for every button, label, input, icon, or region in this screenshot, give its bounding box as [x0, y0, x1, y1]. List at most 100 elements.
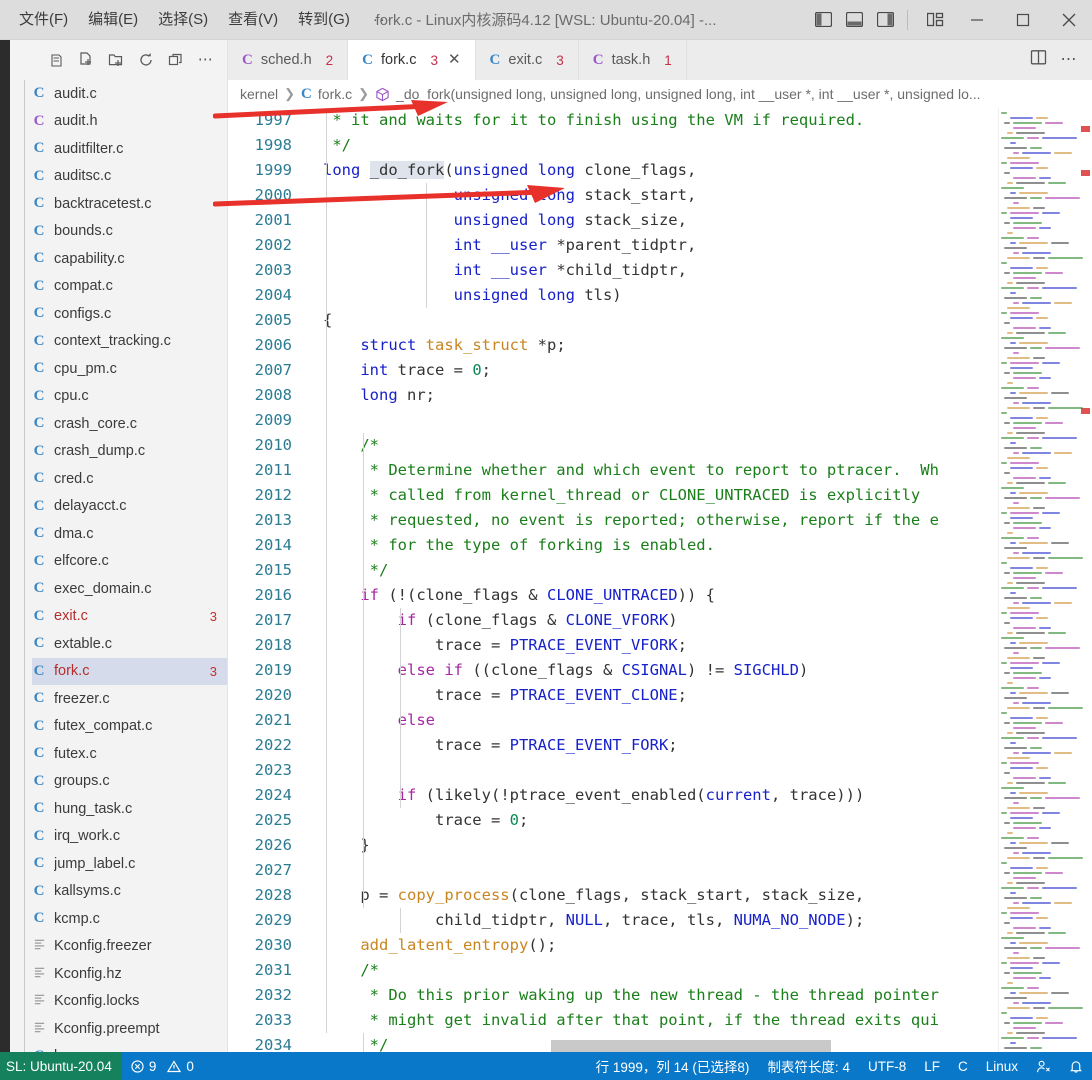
- menu-more-icon[interactable]: ···: [361, 6, 406, 34]
- file-tree-item[interactable]: Ccompat.c: [32, 273, 227, 301]
- indentation[interactable]: 制表符长度: 4: [758, 1052, 859, 1080]
- horizontal-scrollbar[interactable]: [551, 1040, 831, 1052]
- file-tree-item[interactable]: Cjump_label.c: [32, 850, 227, 878]
- code-line[interactable]: */: [323, 133, 351, 158]
- code-line[interactable]: /*: [323, 433, 379, 458]
- new-file-filter-icon[interactable]: [47, 51, 65, 69]
- encoding[interactable]: UTF-8: [859, 1052, 915, 1080]
- file-tree-item[interactable]: Cfutex_compat.c: [32, 713, 227, 741]
- file-tree-item[interactable]: Cdma.c: [32, 520, 227, 548]
- minimize-button[interactable]: [954, 0, 1000, 40]
- file-tree-item[interactable]: Ccpu.c: [32, 383, 227, 411]
- code-line[interactable]: */: [323, 1033, 389, 1052]
- customize-layout-icon[interactable]: [924, 8, 948, 32]
- menu-edit[interactable]: 编辑(E): [79, 6, 147, 34]
- cursor-position[interactable]: 行 1999，列 14 (已选择8): [587, 1052, 759, 1080]
- code-line[interactable]: else: [323, 708, 435, 733]
- file-tree-item[interactable]: Cbacktracetest.c: [32, 190, 227, 218]
- eol[interactable]: LF: [915, 1052, 949, 1080]
- file-tree-item[interactable]: Ckallsyms.c: [32, 878, 227, 906]
- code-line[interactable]: child_tidptr, NULL, trace, tls, NUMA_NO_…: [323, 908, 864, 933]
- menu-view[interactable]: 查看(V): [219, 6, 287, 34]
- editor-more-actions-icon[interactable]: ⋯: [1061, 52, 1079, 68]
- breadcrumb-file[interactable]: fork.c: [318, 86, 352, 102]
- code-line[interactable]: trace = 0;: [323, 808, 528, 833]
- file-tree-item[interactable]: Ccpu_pm.c: [32, 355, 227, 383]
- new-file-icon[interactable]: [77, 51, 95, 69]
- file-tree-item[interactable]: Cirq_work.c: [32, 823, 227, 851]
- file-tree-item[interactable]: Kconfig.preempt: [32, 1015, 227, 1043]
- platform[interactable]: Linux: [977, 1052, 1027, 1080]
- editor-tab[interactable]: Ctask.h 1: [578, 40, 687, 80]
- bell-icon[interactable]: [1060, 1052, 1092, 1080]
- refresh-icon[interactable]: [137, 51, 155, 69]
- file-tree-item[interactable]: Ccrash_core.c: [32, 410, 227, 438]
- close-button[interactable]: [1046, 0, 1092, 40]
- code-line[interactable]: else if ((clone_flags & CSIGNAL) != SIGC…: [323, 658, 809, 683]
- breadcrumb-folder[interactable]: kernel: [240, 86, 278, 102]
- collapse-all-icon[interactable]: [167, 51, 185, 69]
- editor-tab[interactable]: Cfork.c 3 ✕: [348, 40, 476, 80]
- code-line[interactable]: trace = PTRACE_EVENT_FORK;: [323, 733, 678, 758]
- code-line[interactable]: /*: [323, 958, 379, 983]
- code-line[interactable]: unsigned long stack_size,: [323, 208, 687, 233]
- file-tree-item[interactable]: Kconfig.hz: [32, 960, 227, 988]
- file-tree-item[interactable]: Cexit.c 3: [32, 603, 227, 631]
- code-line[interactable]: * called from kernel_thread or CLONE_UNT…: [323, 483, 921, 508]
- new-folder-icon[interactable]: [107, 51, 125, 69]
- file-tree-item[interactable]: Chung_task.c: [32, 795, 227, 823]
- maximize-button[interactable]: [1000, 0, 1046, 40]
- code-line[interactable]: * Determine whether and which event to r…: [323, 458, 939, 483]
- editor-tab[interactable]: Cexit.c 3: [475, 40, 579, 80]
- toggle-secondary-sidebar-icon[interactable]: [873, 8, 897, 32]
- minimap[interactable]: [998, 108, 1092, 1052]
- file-tree-item[interactable]: Cauditsc.c: [32, 163, 227, 191]
- code-line[interactable]: trace = PTRACE_EVENT_VFORK;: [323, 633, 687, 658]
- file-tree-item[interactable]: Cfork.c 3: [10, 657, 227, 685]
- toggle-panel-icon[interactable]: [842, 8, 866, 32]
- file-tree-item[interactable]: Ckcov.c: [32, 1043, 227, 1052]
- code-line[interactable]: int __user *child_tidptr,: [323, 258, 687, 283]
- file-tree-item[interactable]: Kconfig.freezer: [32, 933, 227, 961]
- feedback-icon[interactable]: [1027, 1052, 1060, 1080]
- code-line[interactable]: int __user *parent_tidptr,: [323, 233, 697, 258]
- code-viewport[interactable]: 1997 1998 1999 2000 2001 2002 2003 2004 2005 2006…: [228, 108, 998, 1052]
- code-editor[interactable]: 1997 1998 1999 2000 2001 2002 2003 2004 2005 2006…: [228, 108, 1092, 1052]
- file-tree-item[interactable]: Ccred.c: [32, 465, 227, 493]
- menu-selection[interactable]: 选择(S): [149, 6, 217, 34]
- file-tree-item[interactable]: Caudit.h: [32, 108, 227, 136]
- code-line[interactable]: add_latent_entropy();: [323, 933, 556, 958]
- breadcrumb-symbol[interactable]: _do_fork(unsigned long, unsigned long, u…: [396, 86, 981, 102]
- file-tree-item[interactable]: Cauditfilter.c: [32, 135, 227, 163]
- code-line[interactable]: trace = PTRACE_EVENT_CLONE;: [323, 683, 687, 708]
- code-line[interactable]: long _do_fork(unsigned long clone_flags,: [323, 158, 696, 183]
- file-tree-item[interactable]: Cdelayacct.c: [32, 493, 227, 521]
- file-tree-item[interactable]: Cgroups.c: [32, 768, 227, 796]
- file-tree-item[interactable]: Cexec_domain.c: [32, 575, 227, 603]
- close-icon[interactable]: ✕: [448, 52, 461, 67]
- code-line[interactable]: int trace = 0;: [323, 358, 491, 383]
- file-tree-item[interactable]: Kconfig.locks: [32, 988, 227, 1016]
- overview-ruler[interactable]: [1078, 108, 1092, 1052]
- code-line[interactable]: unsigned long stack_start,: [323, 183, 697, 208]
- problems-indicator[interactable]: 9 0: [122, 1052, 203, 1080]
- code-line[interactable]: * it and waits for it to finish using th…: [323, 108, 864, 133]
- code-line[interactable]: if (clone_flags & CLONE_VFORK): [323, 608, 678, 633]
- remote-indicator[interactable]: SL: Ubuntu-20.04: [0, 1052, 122, 1080]
- explorer-more-actions-icon[interactable]: ⋯: [197, 51, 215, 69]
- toggle-primary-sidebar-icon[interactable]: [811, 8, 835, 32]
- activity-bar[interactable]: [0, 40, 10, 1052]
- file-tree-item[interactable]: Celfcore.c: [32, 548, 227, 576]
- menu-go[interactable]: 转到(G): [289, 6, 359, 34]
- code-line[interactable]: * might get invalid after that point, if…: [323, 1008, 939, 1033]
- code-line[interactable]: if (!(clone_flags & CLONE_UNTRACED)) {: [323, 583, 715, 608]
- code-line[interactable]: {: [323, 308, 332, 333]
- file-tree-item[interactable]: Ccontext_tracking.c: [32, 328, 227, 356]
- file-tree-item[interactable]: Ccapability.c: [32, 245, 227, 273]
- code-line[interactable]: */: [323, 558, 389, 583]
- code-line[interactable]: unsigned long tls): [323, 283, 622, 308]
- editor-tab[interactable]: Csched.h 2: [228, 40, 349, 80]
- file-tree-item[interactable]: Cfutex.c: [32, 740, 227, 768]
- language-mode[interactable]: C: [949, 1052, 977, 1080]
- file-tree-item[interactable]: Cbounds.c: [32, 218, 227, 246]
